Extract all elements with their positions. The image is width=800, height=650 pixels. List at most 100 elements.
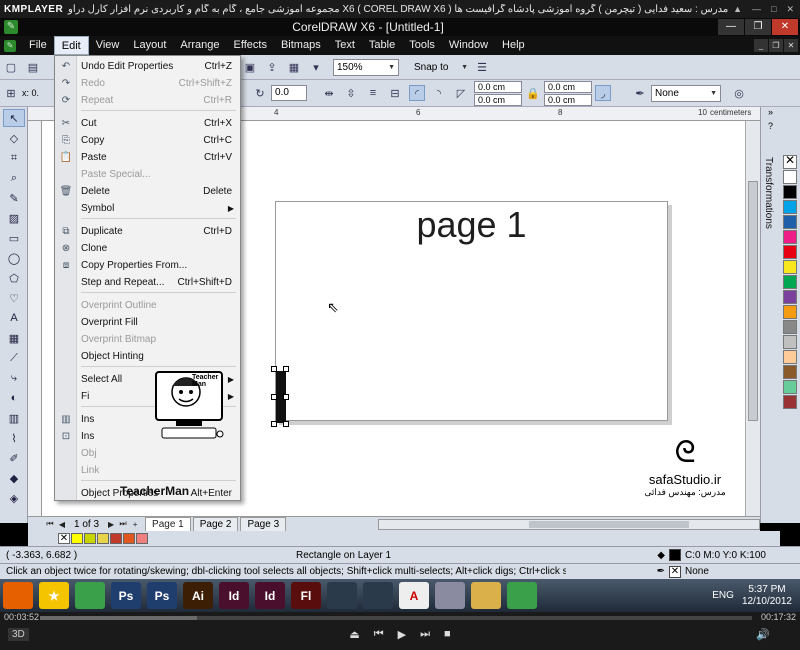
- polygon-tool-icon[interactable]: ⬠: [3, 269, 25, 287]
- previous-page-icon[interactable]: ◀: [56, 520, 68, 529]
- zoom-tool-icon[interactable]: ⌕: [3, 169, 25, 187]
- palette-swatch[interactable]: [783, 350, 797, 364]
- document-color-swatch[interactable]: [71, 533, 83, 544]
- transparency-tool-icon[interactable]: ▥: [3, 409, 25, 427]
- text-tool-icon[interactable]: A: [3, 309, 25, 327]
- volume-icon[interactable]: 🔊: [756, 628, 770, 641]
- selection-handle[interactable]: [271, 394, 277, 400]
- photoshop-icon[interactable]: Ps: [111, 582, 141, 609]
- palette-swatch[interactable]: [783, 275, 797, 289]
- snap-to-button[interactable]: Snap to ▼: [411, 59, 471, 76]
- menu-layout[interactable]: Layout: [126, 36, 173, 55]
- menu-text[interactable]: Text: [328, 36, 362, 55]
- corner-radius-3[interactable]: 0.0 cm: [544, 80, 593, 93]
- app-icon[interactable]: [363, 582, 393, 609]
- table-tool-icon[interactable]: ▦: [3, 329, 25, 347]
- system-clock[interactable]: 5:37 PM 12/10/2012: [742, 584, 792, 608]
- mirror-vertical-icon[interactable]: ⇳: [343, 85, 359, 101]
- corel-icon[interactable]: [507, 582, 537, 609]
- palette-swatch[interactable]: [783, 260, 797, 274]
- menu-item[interactable]: 🗑 Delete Delete: [55, 183, 240, 200]
- document-color-swatch[interactable]: [136, 533, 148, 544]
- options-icon[interactable]: ☰: [474, 59, 490, 75]
- doc-restore-icon[interactable]: ❐: [769, 39, 783, 52]
- indesign-icon[interactable]: Id: [255, 582, 285, 609]
- add-page-icon[interactable]: +: [129, 520, 141, 529]
- folder-icon[interactable]: [471, 582, 501, 609]
- menu-effects[interactable]: Effects: [227, 36, 274, 55]
- restore-button[interactable]: ❐: [745, 19, 771, 35]
- menu-bitmaps[interactable]: Bitmaps: [274, 36, 328, 55]
- minimize-button[interactable]: —: [718, 19, 744, 35]
- ellipse-tool-icon[interactable]: ◯: [3, 249, 25, 267]
- pin-icon[interactable]: ▲: [733, 4, 742, 15]
- corner-chamfer-icon[interactable]: ◸: [453, 85, 469, 101]
- document-color-swatch[interactable]: [110, 533, 122, 544]
- shape-tool-icon[interactable]: ◇: [3, 129, 25, 147]
- rectangle-tool-icon[interactable]: ▭: [3, 229, 25, 247]
- play-icon[interactable]: ▶: [398, 628, 406, 641]
- publish-icon[interactable]: ▦: [286, 59, 302, 75]
- palette-swatch[interactable]: [783, 245, 797, 259]
- language-indicator[interactable]: ENG: [712, 590, 734, 601]
- new-icon[interactable]: ▢: [3, 59, 19, 75]
- menu-item[interactable]: 📋 Paste Ctrl+V: [55, 149, 240, 166]
- align-icon[interactable]: ≡: [365, 85, 381, 101]
- selection-handle[interactable]: [271, 421, 277, 427]
- menu-item[interactable]: Step and Repeat... Ctrl+Shift+D: [55, 274, 240, 291]
- launcher-icon[interactable]: ▾: [308, 59, 324, 75]
- palette-swatch[interactable]: [783, 230, 797, 244]
- menu-item[interactable]: ⧉ Duplicate Ctrl+D: [55, 223, 240, 240]
- fill-swatch[interactable]: [669, 549, 681, 561]
- zoom-select[interactable]: 150% ▼: [333, 58, 399, 76]
- vertical-ruler[interactable]: [28, 121, 42, 516]
- wrap-icon[interactable]: ⊟: [387, 85, 403, 101]
- help-icon[interactable]: ?: [761, 121, 780, 131]
- menu-item[interactable]: ⊗ Clone: [55, 240, 240, 257]
- open-icon[interactable]: ▤: [25, 59, 41, 75]
- menu-item[interactable]: Overprint Fill: [55, 314, 240, 331]
- outline-width-select[interactable]: None ▼: [651, 84, 722, 102]
- indesign-icon[interactable]: Id: [219, 582, 249, 609]
- mirror-horizontal-icon[interactable]: ⇹: [321, 85, 337, 101]
- convert-to-curves-icon[interactable]: ◎: [731, 85, 747, 101]
- palette-swatch[interactable]: [783, 200, 797, 214]
- menu-table[interactable]: Table: [362, 36, 402, 55]
- app-icon[interactable]: [327, 582, 357, 609]
- stop-icon[interactable]: ■: [444, 628, 451, 641]
- seek-bar[interactable]: [40, 616, 752, 620]
- corner-radius-4[interactable]: 0.0 cm: [544, 93, 593, 106]
- freehand-tool-icon[interactable]: ✎: [3, 189, 25, 207]
- scroll-thumb[interactable]: [748, 181, 758, 421]
- document-color-swatch[interactable]: [97, 533, 109, 544]
- rotation-input[interactable]: 0.0: [271, 85, 308, 101]
- menu-edit[interactable]: Edit: [53, 36, 89, 55]
- document-color-swatch[interactable]: [84, 533, 96, 544]
- scroll-thumb[interactable]: [529, 520, 690, 528]
- palette-swatch[interactable]: [783, 380, 797, 394]
- vertical-scrollbar[interactable]: [745, 121, 760, 516]
- interactive-fill-tool-icon[interactable]: ◈: [3, 489, 25, 507]
- selection-handle[interactable]: [283, 394, 289, 400]
- last-page-icon[interactable]: ⏭: [117, 519, 129, 529]
- close-button[interactable]: ✕: [772, 19, 798, 35]
- horizontal-scrollbar[interactable]: [378, 518, 760, 530]
- menu-item[interactable]: Symbol ▶: [55, 200, 240, 217]
- close-icon[interactable]: ✕: [786, 4, 794, 15]
- import-icon[interactable]: ▣: [242, 59, 258, 75]
- palette-swatch[interactable]: [783, 395, 797, 409]
- dimension-tool-icon[interactable]: ⟋: [3, 349, 25, 367]
- palette-swatch[interactable]: [783, 335, 797, 349]
- flash-icon[interactable]: Fl: [291, 582, 321, 609]
- font-icon[interactable]: A: [399, 582, 429, 609]
- corner-radius-2[interactable]: 0.0 cm: [474, 93, 523, 106]
- no-color-swatch[interactable]: ✕: [783, 153, 797, 169]
- blend-tool-icon[interactable]: ◐: [3, 389, 25, 407]
- menu-file[interactable]: File: [22, 36, 54, 55]
- menu-view[interactable]: View: [89, 36, 127, 55]
- menu-tools[interactable]: Tools: [402, 36, 442, 55]
- corel-icon[interactable]: [75, 582, 105, 609]
- outline-tool-icon[interactable]: ✐: [3, 449, 25, 467]
- disc-icon[interactable]: [435, 582, 465, 609]
- corner-round-icon[interactable]: ◜: [409, 85, 426, 101]
